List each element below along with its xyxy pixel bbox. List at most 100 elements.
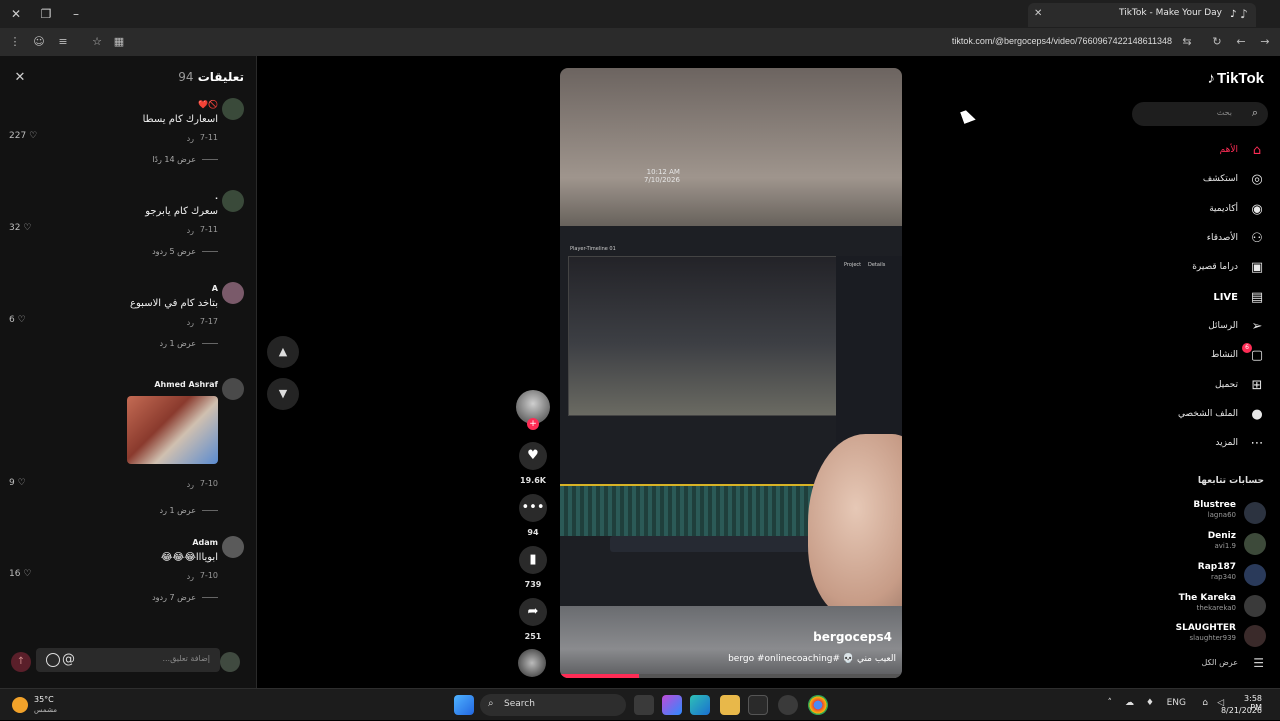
edge-icon[interactable]: [690, 695, 710, 715]
menu-dots-icon[interactable]: ⋮: [8, 35, 22, 49]
comment-text: سعرك كام يابرجو: [145, 206, 218, 217]
reply-button[interactable]: رد: [187, 572, 194, 581]
nav-item-home[interactable]: ⌂ الأهم: [1136, 140, 1266, 162]
store-icon[interactable]: [748, 695, 768, 715]
forward-icon[interactable]: ←: [1234, 35, 1248, 49]
nav-item-compass[interactable]: ◎ استكشف: [1136, 169, 1266, 191]
comment-user[interactable]: .: [215, 192, 218, 201]
mic-icon[interactable]: ♦: [1146, 698, 1154, 708]
comment-like[interactable]: 227 ♡: [9, 131, 37, 141]
nav-item-profile[interactable]: ● الملف الشخصي: [1136, 404, 1266, 426]
clock-date[interactable]: 8/21/2026: [1221, 706, 1262, 715]
following-header: حسابات تتابعها: [1197, 476, 1264, 486]
chrome-icon[interactable]: [808, 695, 828, 715]
weather-sun-icon[interactable]: [12, 697, 28, 713]
reply-button[interactable]: رد: [187, 480, 194, 489]
view-replies-button[interactable]: عرض 14 ردًا: [152, 155, 218, 164]
nav-item-drama[interactable]: ▣ دراما قصيرة: [1136, 257, 1266, 279]
tab-search-icon[interactable]: ≡: [56, 35, 70, 49]
view-replies-button[interactable]: عرض 1 رد: [160, 506, 218, 515]
avatar[interactable]: [222, 190, 244, 212]
extension-icon[interactable]: ▦: [112, 35, 126, 49]
video-progress-bar[interactable]: [560, 674, 902, 678]
comment-like[interactable]: 32 ♡: [9, 223, 31, 233]
site-settings-icon[interactable]: ⇆: [1180, 35, 1194, 49]
weather-temp[interactable]: 35°C: [34, 695, 54, 704]
back-icon[interactable]: →: [1258, 35, 1272, 49]
home-icon: ⌂: [1252, 143, 1262, 158]
tiktok-pinned-tab-icon[interactable]: ♪: [1236, 6, 1252, 22]
nav-item-activity[interactable]: ▢ النشاط 6: [1136, 343, 1266, 367]
reload-icon[interactable]: ↻: [1210, 35, 1224, 49]
mention-button[interactable]: @: [62, 652, 75, 667]
comment-user[interactable]: A: [212, 284, 218, 293]
save-button[interactable]: ▮: [519, 546, 547, 574]
following-account[interactable]: Rap187 rap340: [1136, 562, 1266, 588]
emoji-icon[interactable]: [46, 653, 60, 667]
steam-icon[interactable]: [778, 695, 798, 715]
nav-item-more[interactable]: ⋯ المزيد: [1136, 433, 1266, 455]
next-video-button[interactable]: ▼: [267, 378, 299, 410]
video-player[interactable]: 10:12 AM 7/10/2026 Player-Timeline 01 Pr…: [560, 68, 902, 678]
like-button[interactable]: ♥: [519, 442, 547, 470]
view-replies-button[interactable]: عرض 1 رد: [160, 339, 218, 348]
reply-button[interactable]: رد: [187, 134, 194, 143]
following-account[interactable]: SLAUGHTER slaughter939: [1136, 623, 1266, 649]
comment-image[interactable]: [127, 396, 218, 464]
network-icon[interactable]: ⌂: [1202, 698, 1208, 708]
nav-item-academy[interactable]: ◉ أكاديمية: [1136, 199, 1266, 221]
close-window-icon[interactable]: ✕: [8, 6, 24, 22]
file-explorer-icon[interactable]: [720, 695, 740, 715]
comment-input[interactable]: إضافة تعليق... @: [36, 648, 220, 672]
view-replies-button[interactable]: عرض 5 ردود: [152, 247, 218, 256]
comment-user[interactable]: 🚫❤️: [198, 100, 218, 109]
start-button[interactable]: [454, 695, 474, 715]
account-name: SLAUGHTER: [1175, 623, 1236, 633]
avatar[interactable]: [222, 282, 244, 304]
avatar[interactable]: [222, 536, 244, 558]
comment-bubble-icon: •••: [521, 500, 545, 515]
tiktok-logo[interactable]: ♪ TikTok: [1208, 70, 1264, 87]
task-view-icon[interactable]: [634, 695, 654, 715]
see-all-button[interactable]: عرض الكل ☰: [1136, 654, 1266, 674]
follow-plus-icon[interactable]: +: [527, 418, 539, 430]
cloud-icon[interactable]: ☁: [1125, 698, 1134, 708]
comment-like[interactable]: 16 ♡: [9, 569, 31, 579]
following-account[interactable]: The Kareka thekareka0: [1136, 593, 1266, 619]
minimize-window-icon[interactable]: –: [68, 6, 84, 22]
restore-window-icon[interactable]: ❐: [38, 6, 54, 22]
comment-like[interactable]: 6 ♡: [9, 315, 26, 325]
music-disc-icon[interactable]: [518, 649, 546, 677]
nav-item-upload[interactable]: ⊞ تحميل: [1136, 375, 1266, 397]
account-icon[interactable]: ☺: [32, 35, 46, 49]
close-tab-icon[interactable]: ✕: [1034, 8, 1042, 19]
nav-item-live[interactable]: ▤ LIVE: [1136, 287, 1266, 309]
copilot-icon[interactable]: [662, 695, 682, 715]
language-indicator[interactable]: ENG: [1167, 698, 1186, 708]
following-account[interactable]: Deniz avi1.9: [1136, 531, 1266, 557]
tab-tiktok[interactable]: ✕ TikTok - Make Your Day ♪: [1028, 3, 1256, 27]
reply-button[interactable]: رد: [187, 226, 194, 235]
comment-like[interactable]: 9 ♡: [9, 478, 26, 488]
bookmark-star-icon[interactable]: ☆: [90, 35, 104, 49]
search-input[interactable]: بحث ⌕: [1132, 102, 1268, 126]
reply-button[interactable]: رد: [187, 318, 194, 327]
view-replies-button[interactable]: عرض 7 ردود: [152, 593, 218, 602]
comment-user[interactable]: Ahmed Ashraf: [154, 380, 218, 389]
previous-video-button[interactable]: ▲: [267, 336, 299, 368]
close-comments-icon[interactable]: ✕: [12, 70, 28, 86]
video-caption: العيب مني 💀 #bergo #onlinecoaching: [728, 654, 896, 664]
comment-user[interactable]: Adam: [192, 538, 218, 547]
share-button[interactable]: ➦: [519, 598, 547, 626]
url-field[interactable]: tiktok.com/@bergoceps4/video/76609674221…: [952, 36, 1172, 46]
nav-item-friends[interactable]: ⚇ الأصدقاء: [1136, 228, 1266, 250]
tray-chevron-icon[interactable]: ˄: [1108, 698, 1113, 708]
taskbar-search[interactable]: ⌕ Search: [480, 694, 626, 716]
comment-button[interactable]: •••: [519, 494, 547, 522]
send-comment-button[interactable]: ↑: [11, 652, 31, 672]
avatar[interactable]: [222, 98, 244, 120]
video-author[interactable]: bergoceps4: [813, 630, 892, 644]
following-account[interactable]: Blustree lagna60: [1136, 500, 1266, 526]
nav-item-messages[interactable]: ➢ الرسائل: [1136, 316, 1266, 338]
avatar[interactable]: [222, 378, 244, 400]
